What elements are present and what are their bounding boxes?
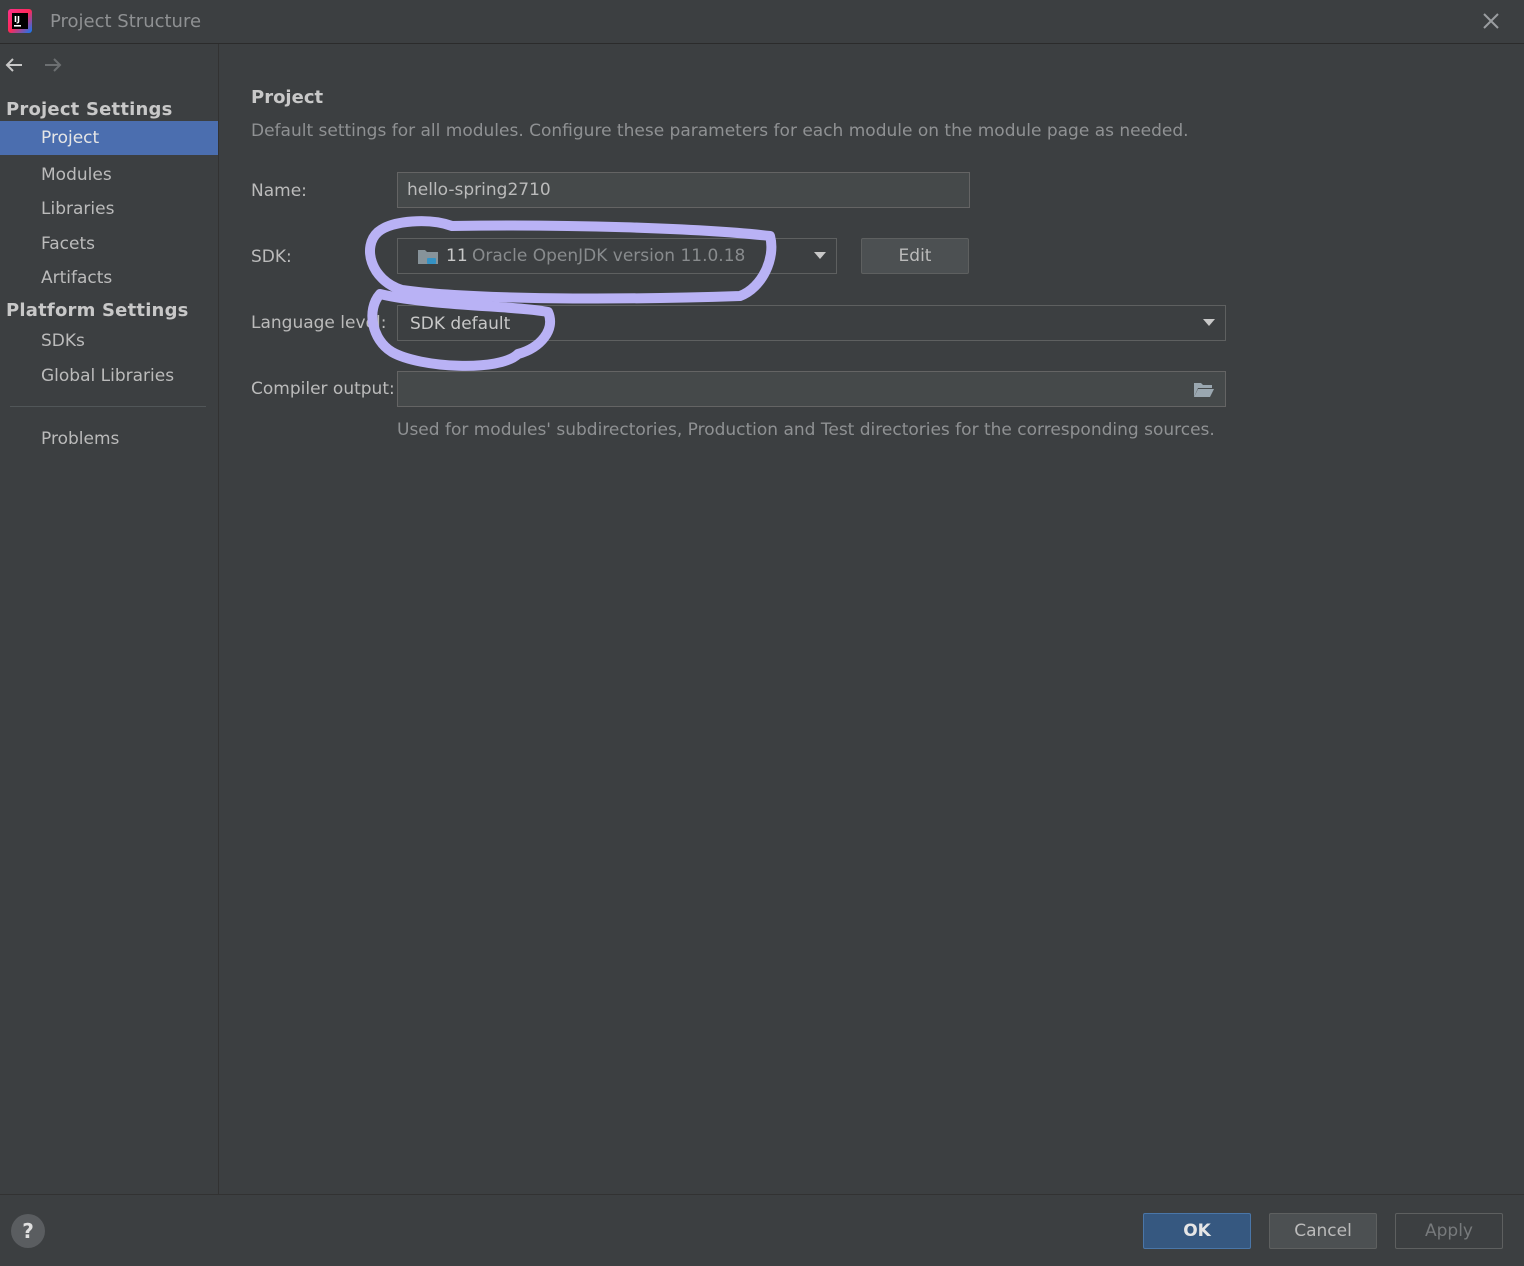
back-arrow-icon[interactable] <box>2 52 28 78</box>
help-icon[interactable]: ? <box>11 1214 45 1248</box>
edit-sdk-button[interactable]: Edit <box>861 238 969 274</box>
name-field[interactable]: hello-spring2710 <box>397 172 970 208</box>
sidebar-item-artifacts[interactable]: Artifacts <box>0 261 218 295</box>
sidebar-item-sdks[interactable]: SDKs <box>0 324 218 358</box>
compiler-output-label: Compiler output: <box>251 379 401 399</box>
language-level-dropdown[interactable]: SDK default <box>397 305 1226 341</box>
compiler-output-hint: Used for modules' subdirectories, Produc… <box>397 420 1215 440</box>
apply-button[interactable]: Apply <box>1395 1213 1503 1249</box>
open-folder-icon[interactable] <box>1193 381 1215 399</box>
cancel-button[interactable]: Cancel <box>1269 1213 1377 1249</box>
sidebar-item-global-libraries[interactable]: Global Libraries <box>0 359 218 393</box>
title-bar: IJ Project Structure <box>0 0 1524 44</box>
sidebar-divider <box>10 406 206 407</box>
sdk-version: 11 <box>446 246 468 266</box>
sidebar: Project Settings Project Modules Librari… <box>0 44 219 1194</box>
dropdown-arrow-icon <box>1203 319 1215 326</box>
page-description: Default settings for all modules. Config… <box>251 121 1189 141</box>
name-label: Name: <box>251 181 307 201</box>
sdk-dropdown[interactable]: 11 Oracle OpenJDK version 11.0.18 <box>397 238 837 274</box>
forward-arrow-icon[interactable] <box>40 52 66 78</box>
language-level-label: Language level: <box>251 313 387 333</box>
close-icon[interactable] <box>1478 8 1504 34</box>
page-title: Project <box>251 87 324 108</box>
sidebar-item-modules[interactable]: Modules <box>0 158 218 192</box>
sidebar-item-project[interactable]: Project <box>0 121 218 155</box>
sidebar-item-libraries[interactable]: Libraries <box>0 192 218 226</box>
intellij-logo-icon: IJ <box>8 9 32 33</box>
window-title: Project Structure <box>50 11 202 32</box>
sdk-name: Oracle OpenJDK version 11.0.18 <box>472 246 746 266</box>
svg-text:IJ: IJ <box>14 15 20 24</box>
sdk-label: SDK: <box>251 247 292 267</box>
compiler-output-field[interactable] <box>397 371 1226 407</box>
sidebar-item-problems[interactable]: Problems <box>0 422 218 456</box>
main-panel: Project Default settings for all modules… <box>220 44 1524 1194</box>
folder-sdk-icon <box>418 250 438 264</box>
sidebar-item-facets[interactable]: Facets <box>0 227 218 261</box>
project-settings-header: Project Settings <box>6 99 173 120</box>
language-level-value: SDK default <box>410 314 511 334</box>
platform-settings-header: Platform Settings <box>6 300 189 321</box>
dialog-footer: ? OK Cancel Apply <box>0 1194 1524 1266</box>
ok-button[interactable]: OK <box>1143 1213 1251 1249</box>
dropdown-arrow-icon <box>814 252 826 259</box>
